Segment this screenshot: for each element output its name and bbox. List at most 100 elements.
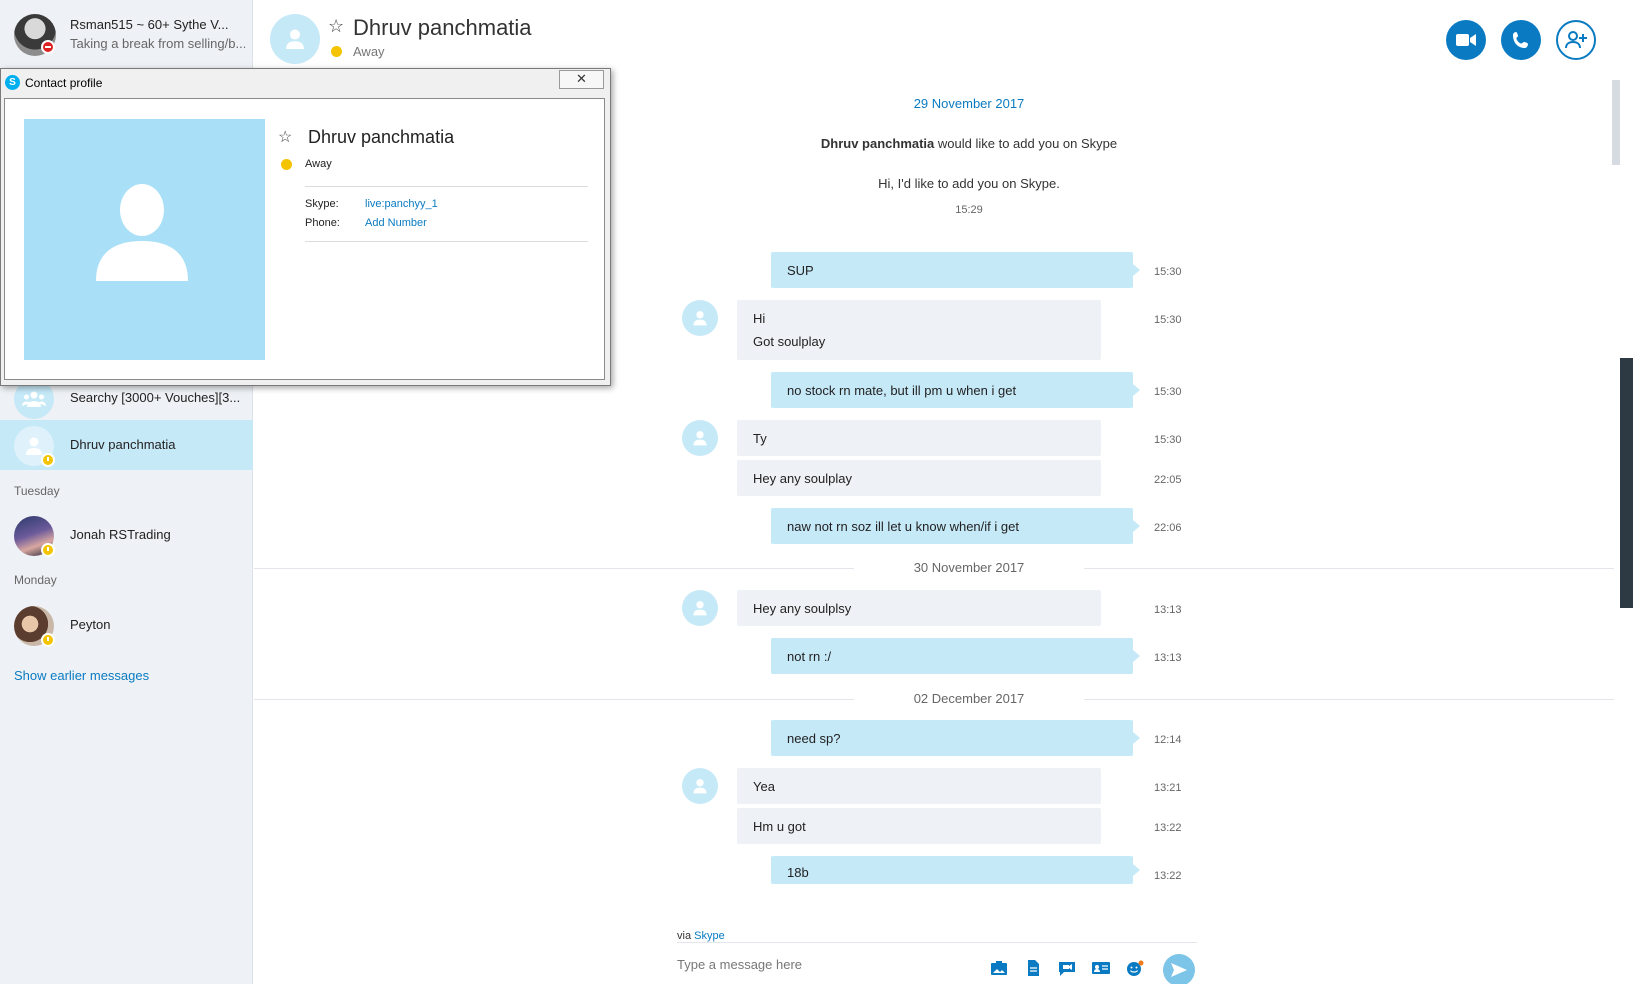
date-separator: 02 December 2017: [854, 691, 1084, 706]
profile-content: ☆ Dhruv panchmatia Away Skype: live:panc…: [4, 98, 605, 380]
contact-request-name: Dhruv panchmatia: [820, 136, 935, 151]
date-separator: 29 November 2017: [913, 96, 1025, 111]
outgoing-message[interactable]: need sp?: [771, 720, 1140, 756]
message-time: 12:14: [1154, 734, 1182, 746]
conversation-name: Dhruv panchmatia: [70, 437, 176, 452]
conversation-item-dhruv[interactable]: Dhruv panchmatia: [0, 420, 253, 470]
person-icon: [26, 437, 42, 455]
message-time: 13:13: [1154, 652, 1182, 664]
contact-request-text: would like to add you on Skype: [934, 136, 1118, 151]
message-time: 13:22: [1154, 870, 1182, 882]
send-button[interactable]: [1163, 954, 1195, 984]
contact-avatar[interactable]: [682, 420, 718, 456]
person-icon: [693, 779, 707, 794]
close-button[interactable]: ✕: [559, 70, 604, 89]
outgoing-message[interactable]: SUP: [771, 252, 1140, 288]
contact-profile-window: S Contact profile ✕ ☆ Dhruv panchmatia A…: [0, 68, 611, 386]
incoming-message[interactable]: Hey any soulplay: [737, 460, 1101, 496]
my-profile[interactable]: Rsman515 ~ 60+ Sythe V... Taking a break…: [0, 0, 253, 72]
send-contact-icon[interactable]: [1092, 960, 1110, 976]
phone-label: Phone:: [305, 217, 340, 229]
add-number-link[interactable]: Add Number: [365, 217, 427, 229]
phone-icon: [1513, 32, 1528, 48]
outgoing-message[interactable]: naw not rn soz ill let u know when/if i …: [771, 508, 1140, 544]
message-time: 22:06: [1154, 522, 1182, 534]
message-time: 15:30: [1154, 314, 1182, 326]
via-prefix: via: [677, 930, 695, 942]
away-status-icon: [331, 46, 342, 57]
person-icon: [286, 29, 304, 49]
window-titlebar[interactable]: S Contact profile ✕: [1, 69, 610, 95]
away-status-icon: [41, 453, 55, 467]
message-line: Got soulplay: [753, 334, 826, 349]
contact-name[interactable]: Dhruv panchmatia: [353, 15, 532, 41]
video-camera-icon: [1456, 34, 1476, 46]
incoming-message[interactable]: Hm u got: [737, 808, 1101, 844]
conversation-name: Jonah RSTrading: [70, 527, 171, 542]
profile-status: Away: [305, 158, 332, 170]
person-icon: [96, 184, 188, 281]
emoticon-icon[interactable]: [1126, 960, 1144, 976]
incoming-message[interactable]: Hey any soulplsy: [737, 590, 1101, 626]
send-arrow-icon: [1171, 963, 1187, 977]
message-time: 13:22: [1154, 822, 1182, 834]
group-icon: [22, 391, 46, 407]
via-skype-link[interactable]: Skype: [694, 930, 725, 942]
show-earlier-messages-link[interactable]: Show earlier messages: [14, 668, 149, 683]
send-image-icon[interactable]: [990, 960, 1008, 976]
skype-name-link[interactable]: live:panchyy_1: [365, 198, 438, 210]
contact-request-message: Hi, I'd like to add you on Skype.: [878, 176, 1060, 191]
skype-logo-icon: S: [5, 75, 20, 90]
add-people-button[interactable]: [1556, 20, 1596, 60]
my-mood-message[interactable]: Taking a break from selling/b...: [70, 36, 245, 51]
audio-call-button[interactable]: [1501, 20, 1541, 60]
message-time: 13:13: [1154, 604, 1182, 616]
via-skype-label: via Skype: [677, 930, 725, 942]
away-status-icon: [281, 159, 292, 170]
contact-request-time: 15:29: [955, 204, 983, 216]
outgoing-message[interactable]: not rn :/: [771, 638, 1140, 674]
outgoing-message[interactable]: 18b: [771, 856, 1140, 884]
do-not-disturb-icon: [41, 40, 55, 54]
message-input[interactable]: Type a message here: [677, 957, 802, 972]
incoming-message[interactable]: Yea: [737, 768, 1101, 804]
conversation-item-jonah[interactable]: Jonah RSTrading: [0, 510, 253, 560]
section-label-tuesday: Tuesday: [14, 484, 60, 498]
incoming-message[interactable]: Hi Got soulplay: [737, 300, 1101, 360]
composer-divider: [677, 942, 1197, 943]
video-call-button[interactable]: [1446, 20, 1486, 60]
profile-name: Dhruv panchmatia: [308, 127, 455, 147]
conversation-name: Peyton: [70, 617, 111, 632]
profile-picture: [24, 119, 265, 360]
contact-avatar[interactable]: [682, 768, 718, 804]
incoming-message[interactable]: Ty: [737, 420, 1101, 456]
person-icon: [693, 601, 707, 616]
favorite-star-icon[interactable]: ☆: [278, 127, 292, 147]
divider: [305, 241, 588, 242]
person-icon: [693, 431, 707, 446]
away-status-icon: [41, 543, 55, 557]
away-status-icon: [41, 633, 55, 647]
section-label-monday: Monday: [14, 573, 57, 587]
date-separator: 30 November 2017: [854, 560, 1084, 575]
favorite-star-icon[interactable]: ☆: [328, 16, 344, 37]
message-line: Hi: [753, 311, 766, 326]
window-edge: [1620, 358, 1633, 608]
send-file-icon[interactable]: [1024, 960, 1042, 976]
video-message-icon[interactable]: [1058, 960, 1076, 976]
message-time: 15:30: [1154, 434, 1182, 446]
message-time: 13:21: [1154, 782, 1182, 794]
conversation-name: Searchy [3000+ Vouches][3...: [70, 390, 241, 405]
contact-request-notice: Dhruv panchmatia would like to add you o…: [724, 136, 1214, 151]
divider: [305, 186, 588, 187]
contact-avatar[interactable]: [682, 300, 718, 336]
person-icon: [693, 311, 707, 326]
my-name: Rsman515 ~ 60+ Sythe V...: [70, 17, 229, 32]
contact-avatar[interactable]: [270, 14, 320, 64]
contact-avatar[interactable]: [682, 590, 718, 626]
message-time: 22:05: [1154, 474, 1182, 486]
conversation-item-peyton[interactable]: Peyton: [0, 600, 253, 650]
contact-status: Away: [353, 44, 385, 59]
outgoing-message[interactable]: no stock rn mate, but ill pm u when i ge…: [771, 372, 1140, 408]
message-time: 15:30: [1154, 266, 1182, 278]
